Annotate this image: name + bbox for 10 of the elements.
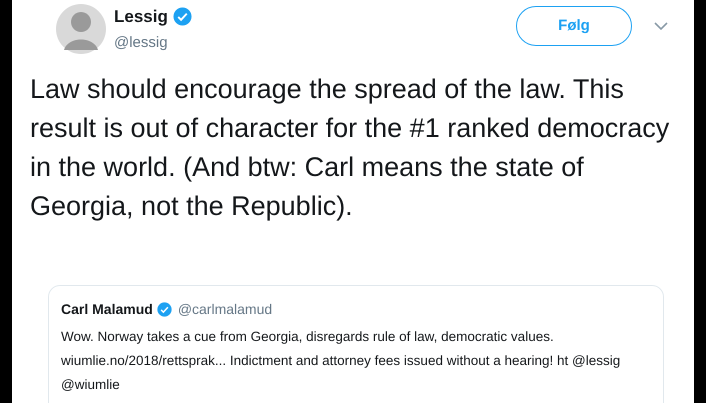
- follow-button[interactable]: Følg: [516, 6, 632, 46]
- quoted-tweet-text: Wow. Norway takes a cue from Georgia, disregards rule of law, democratic values. wiumlie.no/2018/rettsprak... Indictment and attorney fees issued without a hearing! ht @lessig @wiumlie: [61, 328, 622, 394]
- author-handle[interactable]: @lessig: [114, 32, 192, 54]
- quoted-author-handle[interactable]: @carlmalamud: [178, 299, 272, 320]
- author-name[interactable]: Lessig: [114, 4, 168, 30]
- quoted-author-name[interactable]: Carl Malamud: [61, 299, 153, 320]
- tweet-text: Law should encourage the spread of the law. This result is out of character for the #1 ranked democracy in the world. (And btw: Carl means the state of Georgia, not the Republic).: [30, 73, 670, 223]
- chevron-down-icon[interactable]: [654, 22, 668, 30]
- quoted-tweet-card[interactable]: [48, 285, 664, 403]
- avatar-silhouette-icon[interactable]: [56, 2, 106, 56]
